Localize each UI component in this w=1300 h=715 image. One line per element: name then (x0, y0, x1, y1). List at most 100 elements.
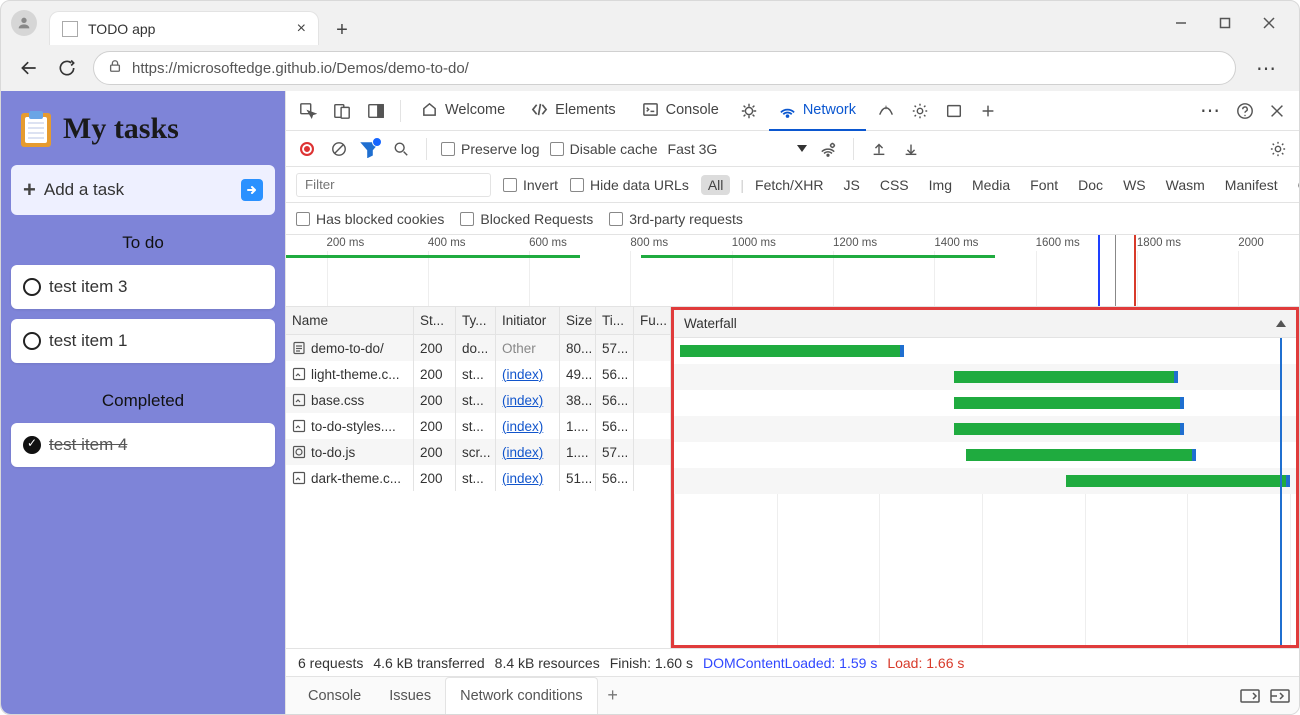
profile-button[interactable] (11, 10, 37, 36)
type-filter-wasm[interactable]: Wasm (1159, 175, 1212, 195)
blocked-requests-checkbox[interactable]: Blocked Requests (460, 211, 593, 227)
type-filter-ws[interactable]: WS (1116, 175, 1153, 195)
type-filter-font[interactable]: Font (1023, 175, 1065, 195)
tab-elements[interactable]: Elements (521, 91, 625, 131)
refresh-button[interactable] (55, 56, 79, 80)
performance-icon[interactable] (872, 97, 900, 125)
browser-tab[interactable]: TODO app × (49, 11, 319, 45)
devtools-menu-button[interactable]: ⋯ (1194, 98, 1227, 123)
request-row[interactable]: to-do-styles....200st...(index)1....56..… (286, 413, 670, 439)
timeline-overview[interactable]: 200 ms400 ms600 ms800 ms1000 ms1200 ms14… (286, 235, 1299, 307)
tab-network[interactable]: Network (769, 91, 866, 131)
throttling-select[interactable]: Fast 3G (668, 141, 718, 157)
type-filter-media[interactable]: Media (965, 175, 1017, 195)
type-filter-js[interactable]: JS (837, 175, 867, 195)
type-filter-other[interactable]: Other (1291, 175, 1299, 195)
drawer-expand-icon[interactable] (1239, 687, 1261, 705)
waterfall-body[interactable] (674, 338, 1296, 645)
todo-list: test item 3 test item 1 (11, 265, 275, 373)
network-settings-icon[interactable] (1267, 138, 1289, 160)
tab-console[interactable]: Console (632, 91, 729, 131)
has-blocked-cookies-checkbox[interactable]: Has blocked cookies (296, 211, 444, 227)
filter-input[interactable] (296, 173, 491, 197)
add-tab-icon[interactable] (974, 97, 1002, 125)
request-row[interactable]: base.css200st...(index)38...56... (286, 387, 670, 413)
device-emulation-icon[interactable] (328, 97, 356, 125)
devtools-tabs: Welcome Elements Console Network (286, 91, 1299, 131)
close-tab-icon[interactable]: × (297, 20, 306, 38)
waterfall-row[interactable] (674, 364, 1296, 390)
address-bar[interactable]: https://microsoftedge.github.io/Demos/de… (93, 51, 1236, 85)
column-header[interactable]: Size (560, 307, 596, 334)
application-gear-icon[interactable] (906, 97, 934, 125)
invert-checkbox[interactable]: Invert (503, 177, 558, 193)
column-header[interactable]: Name (286, 307, 414, 334)
column-header[interactable]: St... (414, 307, 456, 334)
close-window-button[interactable] (1247, 8, 1291, 38)
type-filter-doc[interactable]: Doc (1071, 175, 1110, 195)
column-header[interactable]: Ti... (596, 307, 634, 334)
column-header[interactable]: Fu... (634, 307, 670, 334)
search-button[interactable] (390, 138, 412, 160)
submit-task-button[interactable] (241, 179, 263, 201)
request-row[interactable]: to-do.js200scr...(index)1....57... (286, 439, 670, 465)
type-filter-fetchxhr[interactable]: Fetch/XHR (748, 175, 830, 195)
waterfall-header[interactable]: Waterfall (674, 310, 1296, 338)
close-devtools-icon[interactable] (1263, 97, 1291, 125)
new-tab-button[interactable]: + (327, 15, 357, 45)
request-row[interactable]: demo-to-do/200do...Other80...57... (286, 335, 670, 361)
inspect-element-icon[interactable] (294, 97, 322, 125)
browser-menu-button[interactable]: ⋯ (1250, 56, 1283, 81)
help-icon[interactable] (1231, 97, 1259, 125)
waterfall-row[interactable] (674, 338, 1296, 364)
waterfall-row[interactable] (674, 442, 1296, 468)
import-har-icon[interactable] (868, 138, 890, 160)
task-item[interactable]: test item 3 (11, 265, 275, 309)
maximize-button[interactable] (1203, 8, 1247, 38)
clear-button[interactable] (328, 138, 350, 160)
preserve-log-checkbox[interactable]: Preserve log (441, 141, 540, 157)
waterfall-row[interactable] (674, 390, 1296, 416)
drawer-issues[interactable]: Issues (375, 677, 445, 715)
more-tools-icon[interactable] (940, 97, 968, 125)
task-checkbox[interactable] (23, 436, 41, 454)
drawer-network-conditions[interactable]: Network conditions (445, 677, 598, 715)
export-har-icon[interactable] (900, 138, 922, 160)
type-filter-all[interactable]: All (701, 175, 731, 195)
request-row[interactable]: light-theme.c...200st...(index)49...56..… (286, 361, 670, 387)
column-header[interactable]: Ty... (456, 307, 496, 334)
filter-toggle-button[interactable] (360, 140, 380, 158)
add-task-input[interactable]: + Add a task (11, 165, 275, 215)
hide-data-urls-checkbox[interactable]: Hide data URLs (570, 177, 689, 193)
network-conditions-icon[interactable] (817, 138, 839, 160)
back-button[interactable] (17, 56, 41, 80)
section-todo: To do (11, 227, 275, 253)
minimize-button[interactable] (1159, 8, 1203, 38)
content-area: My tasks + Add a task To do test item 3t… (1, 91, 1299, 714)
dock-side-icon[interactable] (362, 97, 390, 125)
drawer-collapse-icon[interactable] (1269, 687, 1291, 705)
add-task-placeholder: Add a task (44, 180, 124, 200)
task-checkbox[interactable] (23, 332, 41, 350)
tab-welcome[interactable]: Welcome (411, 91, 515, 131)
task-checkbox[interactable] (23, 278, 41, 296)
debugger-icon[interactable] (735, 97, 763, 125)
request-row[interactable]: dark-theme.c...200st...(index)51...56... (286, 465, 670, 491)
console-icon (642, 101, 659, 118)
column-header[interactable]: Initiator (496, 307, 560, 334)
waterfall-row[interactable] (674, 468, 1296, 494)
task-item[interactable]: test item 1 (11, 319, 275, 363)
record-button[interactable] (296, 138, 318, 160)
drawer-add-tab[interactable]: + (598, 685, 628, 706)
file-icon (292, 419, 306, 433)
task-item-done[interactable]: test item 4 (11, 423, 275, 467)
lock-icon (108, 59, 122, 77)
type-filter-manifest[interactable]: Manifest (1218, 175, 1285, 195)
third-party-checkbox[interactable]: 3rd-party requests (609, 211, 743, 227)
waterfall-row[interactable] (674, 416, 1296, 442)
throttling-caret-icon[interactable] (797, 145, 807, 152)
type-filter-css[interactable]: CSS (873, 175, 916, 195)
drawer-console[interactable]: Console (294, 677, 375, 715)
type-filter-img[interactable]: Img (922, 175, 959, 195)
disable-cache-checkbox[interactable]: Disable cache (550, 141, 658, 157)
